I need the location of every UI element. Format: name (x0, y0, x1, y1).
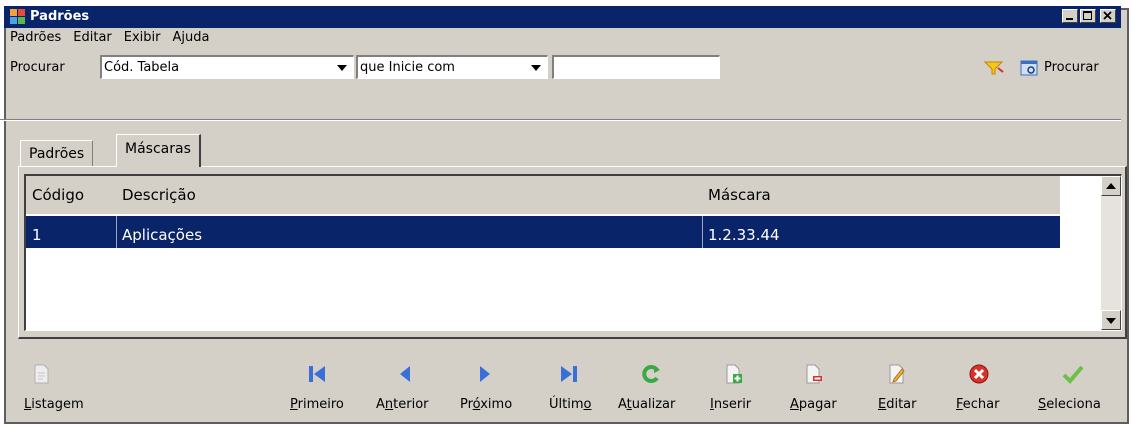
ultimo-button[interactable]: Último (546, 347, 606, 417)
proximo-button[interactable]: Próximo (454, 347, 524, 417)
cell-descricao: Aplicações (122, 226, 203, 244)
proximo-label: Próximo (460, 397, 513, 412)
records-grid[interactable]: Código Descrição Máscara 1 Aplicações 1.… (24, 174, 1122, 331)
access-key: n (384, 397, 394, 412)
access-key: A (790, 397, 799, 412)
fechar-button[interactable]: Fechar (950, 347, 1010, 417)
search-operator-value: que Inicie com (360, 60, 455, 75)
refresh-icon (642, 365, 660, 383)
access-key: o (583, 397, 592, 412)
cell-divider (702, 216, 703, 248)
title-bar[interactable]: Padrões (4, 6, 1121, 28)
filter-icon[interactable] (984, 60, 1004, 76)
access-key: L (24, 397, 32, 412)
search-field-value: Cód. Tabela (104, 60, 180, 75)
access-key: F (956, 397, 963, 412)
app-icon (10, 9, 26, 25)
editar-label: Editar (878, 397, 917, 412)
inserir-button[interactable]: Inserir (708, 347, 768, 417)
cell-mascara: 1.2.33.44 (708, 226, 780, 244)
menu-exibir[interactable]: Exibir (118, 28, 167, 48)
maximize-icon (1083, 11, 1092, 20)
listagem-button[interactable]: Listagem (24, 347, 104, 417)
inserir-label: Inserir (710, 397, 752, 412)
scroll-up-button[interactable] (1101, 176, 1121, 196)
menu-bar: Padrões Editar Exibir Ajuda (4, 28, 215, 48)
access-key: ó (472, 397, 481, 412)
cell-codigo: 1 (32, 226, 42, 244)
minimize-button[interactable] (1062, 9, 1078, 23)
table-row[interactable]: 1 Aplicações 1.2.33.44 (26, 216, 1060, 248)
window-title: Padrões (30, 9, 90, 24)
next-record-icon (480, 366, 490, 382)
seleciona-label: Seleciona (1038, 397, 1101, 412)
minimize-icon (1066, 18, 1073, 20)
seleciona-button[interactable]: Seleciona (1036, 347, 1116, 417)
search-button-label: Procurar (1044, 60, 1099, 75)
edit-icon (889, 364, 905, 384)
search-operator-select[interactable]: que Inicie com (356, 55, 548, 79)
chevron-down-icon (337, 65, 347, 71)
column-header-mascara[interactable]: Máscara (708, 186, 771, 204)
report-icon (34, 364, 49, 384)
atualizar-label: Atualizar (618, 397, 676, 412)
search-window-icon (1020, 60, 1038, 76)
primeiro-button[interactable]: Primeiro (290, 347, 360, 417)
access-key: E (878, 397, 887, 412)
search-input[interactable] (552, 55, 720, 79)
apagar-button[interactable]: Apagar (786, 347, 846, 417)
editar-button[interactable]: Editar (872, 347, 928, 417)
anterior-label: Anterior (376, 397, 429, 412)
search-bar: Procurar Cód. Tabela que Inicie com Proc… (4, 52, 1121, 82)
menu-ajuda[interactable]: Ajuda (167, 28, 216, 48)
grid-header: Código Descrição Máscara (26, 176, 1060, 214)
bottom-toolbar: Listagem Primeiro Anterior Próximo Últim… (0, 347, 1129, 427)
arrow-down-icon (1106, 318, 1116, 324)
checkmark-icon (1062, 365, 1084, 384)
access-key: t (626, 397, 632, 412)
ultimo-label: Último (549, 397, 592, 412)
menu-editar[interactable]: Editar (67, 28, 118, 48)
apagar-label: Apagar (790, 397, 837, 412)
fechar-label: Fechar (956, 397, 1000, 412)
chevron-down-icon (531, 65, 541, 71)
column-header-codigo[interactable]: Código (32, 186, 84, 204)
divider (0, 119, 1121, 121)
search-field-select[interactable]: Cód. Tabela (100, 55, 354, 79)
delete-icon (806, 364, 822, 384)
close-window-button[interactable] (1100, 9, 1116, 23)
maximize-button[interactable] (1080, 9, 1096, 23)
close-window-icon (1103, 11, 1112, 20)
access-key: I (710, 397, 714, 412)
cell-divider (116, 216, 117, 248)
arrow-up-icon (1106, 183, 1116, 189)
anterior-button[interactable]: Anterior (372, 347, 442, 417)
close-icon (969, 364, 989, 384)
insert-icon (726, 364, 742, 384)
first-record-icon (309, 366, 325, 382)
scroll-down-button[interactable] (1101, 310, 1121, 330)
last-record-icon (561, 366, 577, 382)
search-label: Procurar (10, 60, 65, 75)
tab-mascaras[interactable]: Máscaras (116, 134, 201, 167)
column-header-descricao[interactable]: Descrição (122, 186, 196, 204)
tab-padroes[interactable]: Padrões (20, 140, 94, 166)
primeiro-label: Primeiro (290, 397, 344, 412)
access-key: P (290, 397, 298, 412)
access-key: S (1038, 397, 1047, 412)
listagem-label: Listagem (24, 397, 84, 412)
vertical-scrollbar[interactable] (1101, 176, 1121, 330)
menu-padroes[interactable]: Padrões (4, 28, 67, 48)
previous-record-icon (400, 366, 410, 382)
atualizar-button[interactable]: Atualizar (616, 347, 692, 417)
